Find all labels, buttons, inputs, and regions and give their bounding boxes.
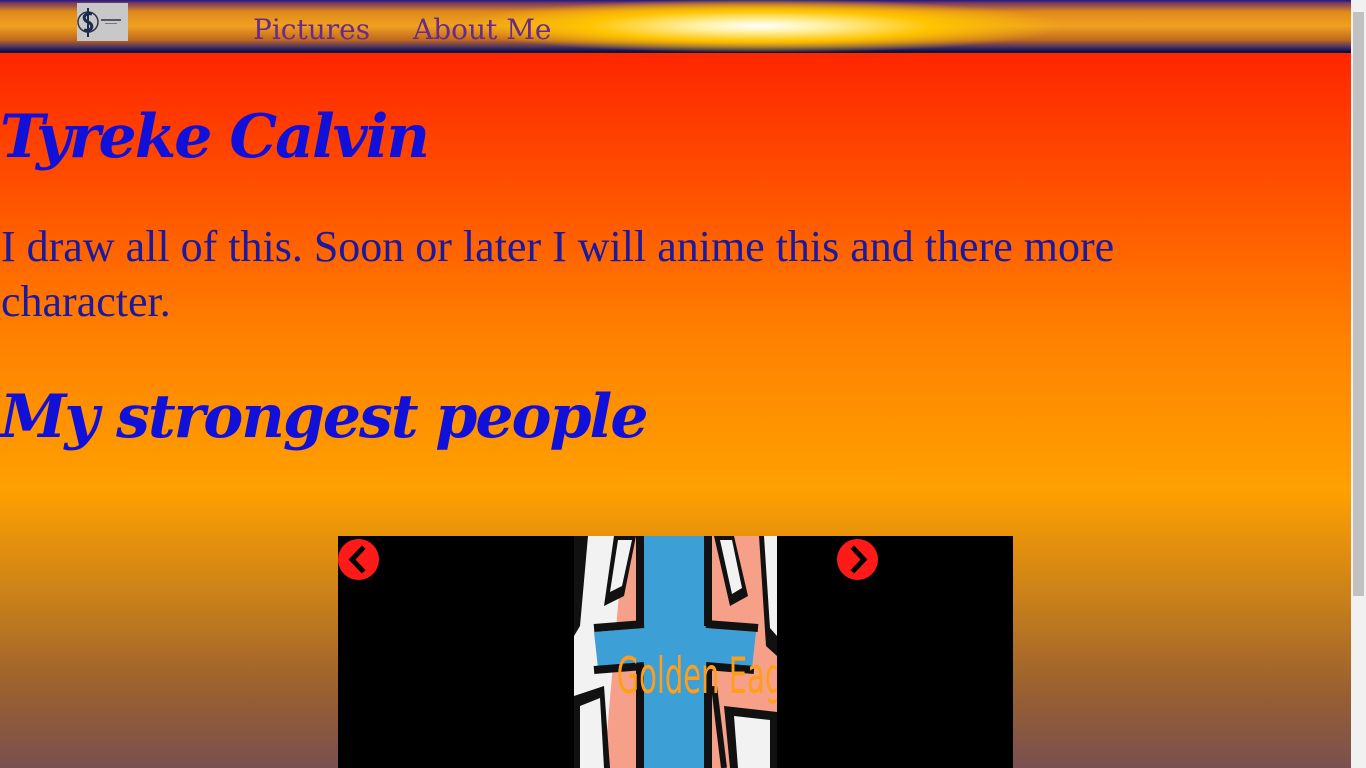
top-navbar: Pictures About Me — [0, 0, 1351, 52]
intro-paragraph: I draw all of this. Soon or later I will… — [1, 222, 1115, 326]
section-title: My strongest people — [0, 382, 648, 452]
chevron-left-icon — [348, 545, 366, 574]
slide-image: Golden Eagle — [574, 536, 777, 768]
dollar-sign-logo-icon — [77, 3, 128, 41]
chevron-right-icon — [850, 545, 868, 574]
nav-link-about-me[interactable]: About Me — [413, 12, 551, 48]
page-scrollbar[interactable] — [1351, 0, 1366, 768]
slide-caption: Golden Eagle — [616, 647, 777, 705]
nav-link-pictures[interactable]: Pictures — [253, 12, 370, 48]
site-logo[interactable] — [77, 3, 128, 41]
page-title-name: Tyreke Calvin — [0, 102, 430, 172]
previous-slide-button[interactable] — [338, 539, 379, 580]
scrollbar-thumb[interactable] — [1353, 12, 1364, 596]
next-slide-button[interactable] — [837, 539, 878, 580]
image-slideshow: Golden Eagle — [338, 536, 1013, 768]
